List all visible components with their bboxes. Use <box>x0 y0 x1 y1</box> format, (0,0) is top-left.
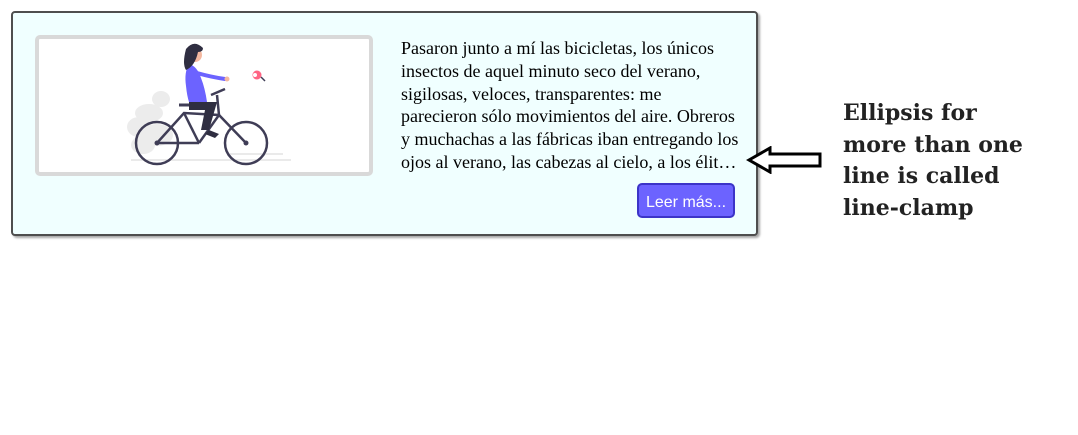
read-more-button[interactable]: Leer más... <box>637 183 735 218</box>
line-clamp-annotation: Ellipsis for more than one line is calle… <box>843 100 1023 221</box>
card-image <box>35 35 373 176</box>
article-card: Pasaron junto a mí las bicicletas, los ú… <box>11 11 758 236</box>
woman-cycling-illustration <box>127 43 291 166</box>
card-paragraph: Pasaron junto a mí las bicicletas, los ú… <box>401 38 741 172</box>
arrow-left-icon <box>746 146 822 174</box>
